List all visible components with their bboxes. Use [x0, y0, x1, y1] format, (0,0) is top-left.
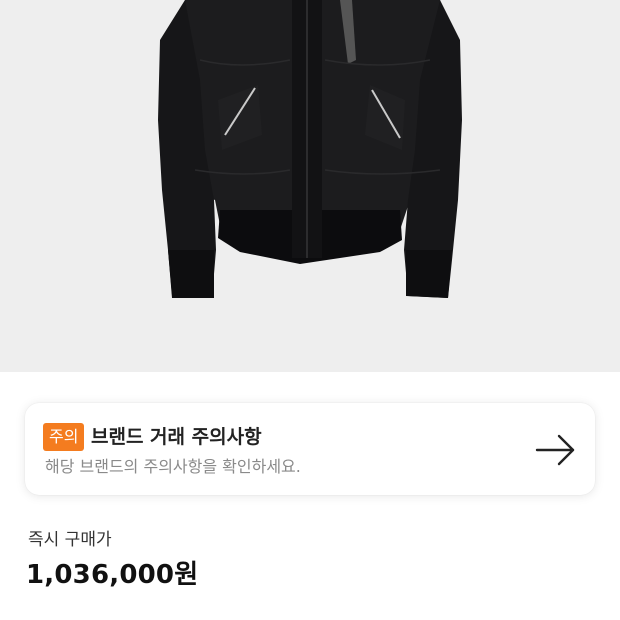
notice-title: 브랜드 거래 주의사항	[91, 426, 262, 448]
notice-description: 해당 브랜드의 주의사항을 확인하세요.	[45, 457, 301, 476]
jacket-illustration	[158, 0, 462, 298]
product-image[interactable]	[0, 0, 620, 372]
arrow-right-icon[interactable]	[535, 433, 577, 467]
brand-notice-card[interactable]: 주의 브랜드 거래 주의사항 해당 브랜드의 주의사항을 확인하세요.	[25, 403, 595, 495]
instant-buy-price-label: 즉시 구매가	[28, 530, 112, 550]
instant-buy-price: 1,036,000원	[26, 560, 199, 590]
caution-badge: 주의	[43, 423, 85, 451]
